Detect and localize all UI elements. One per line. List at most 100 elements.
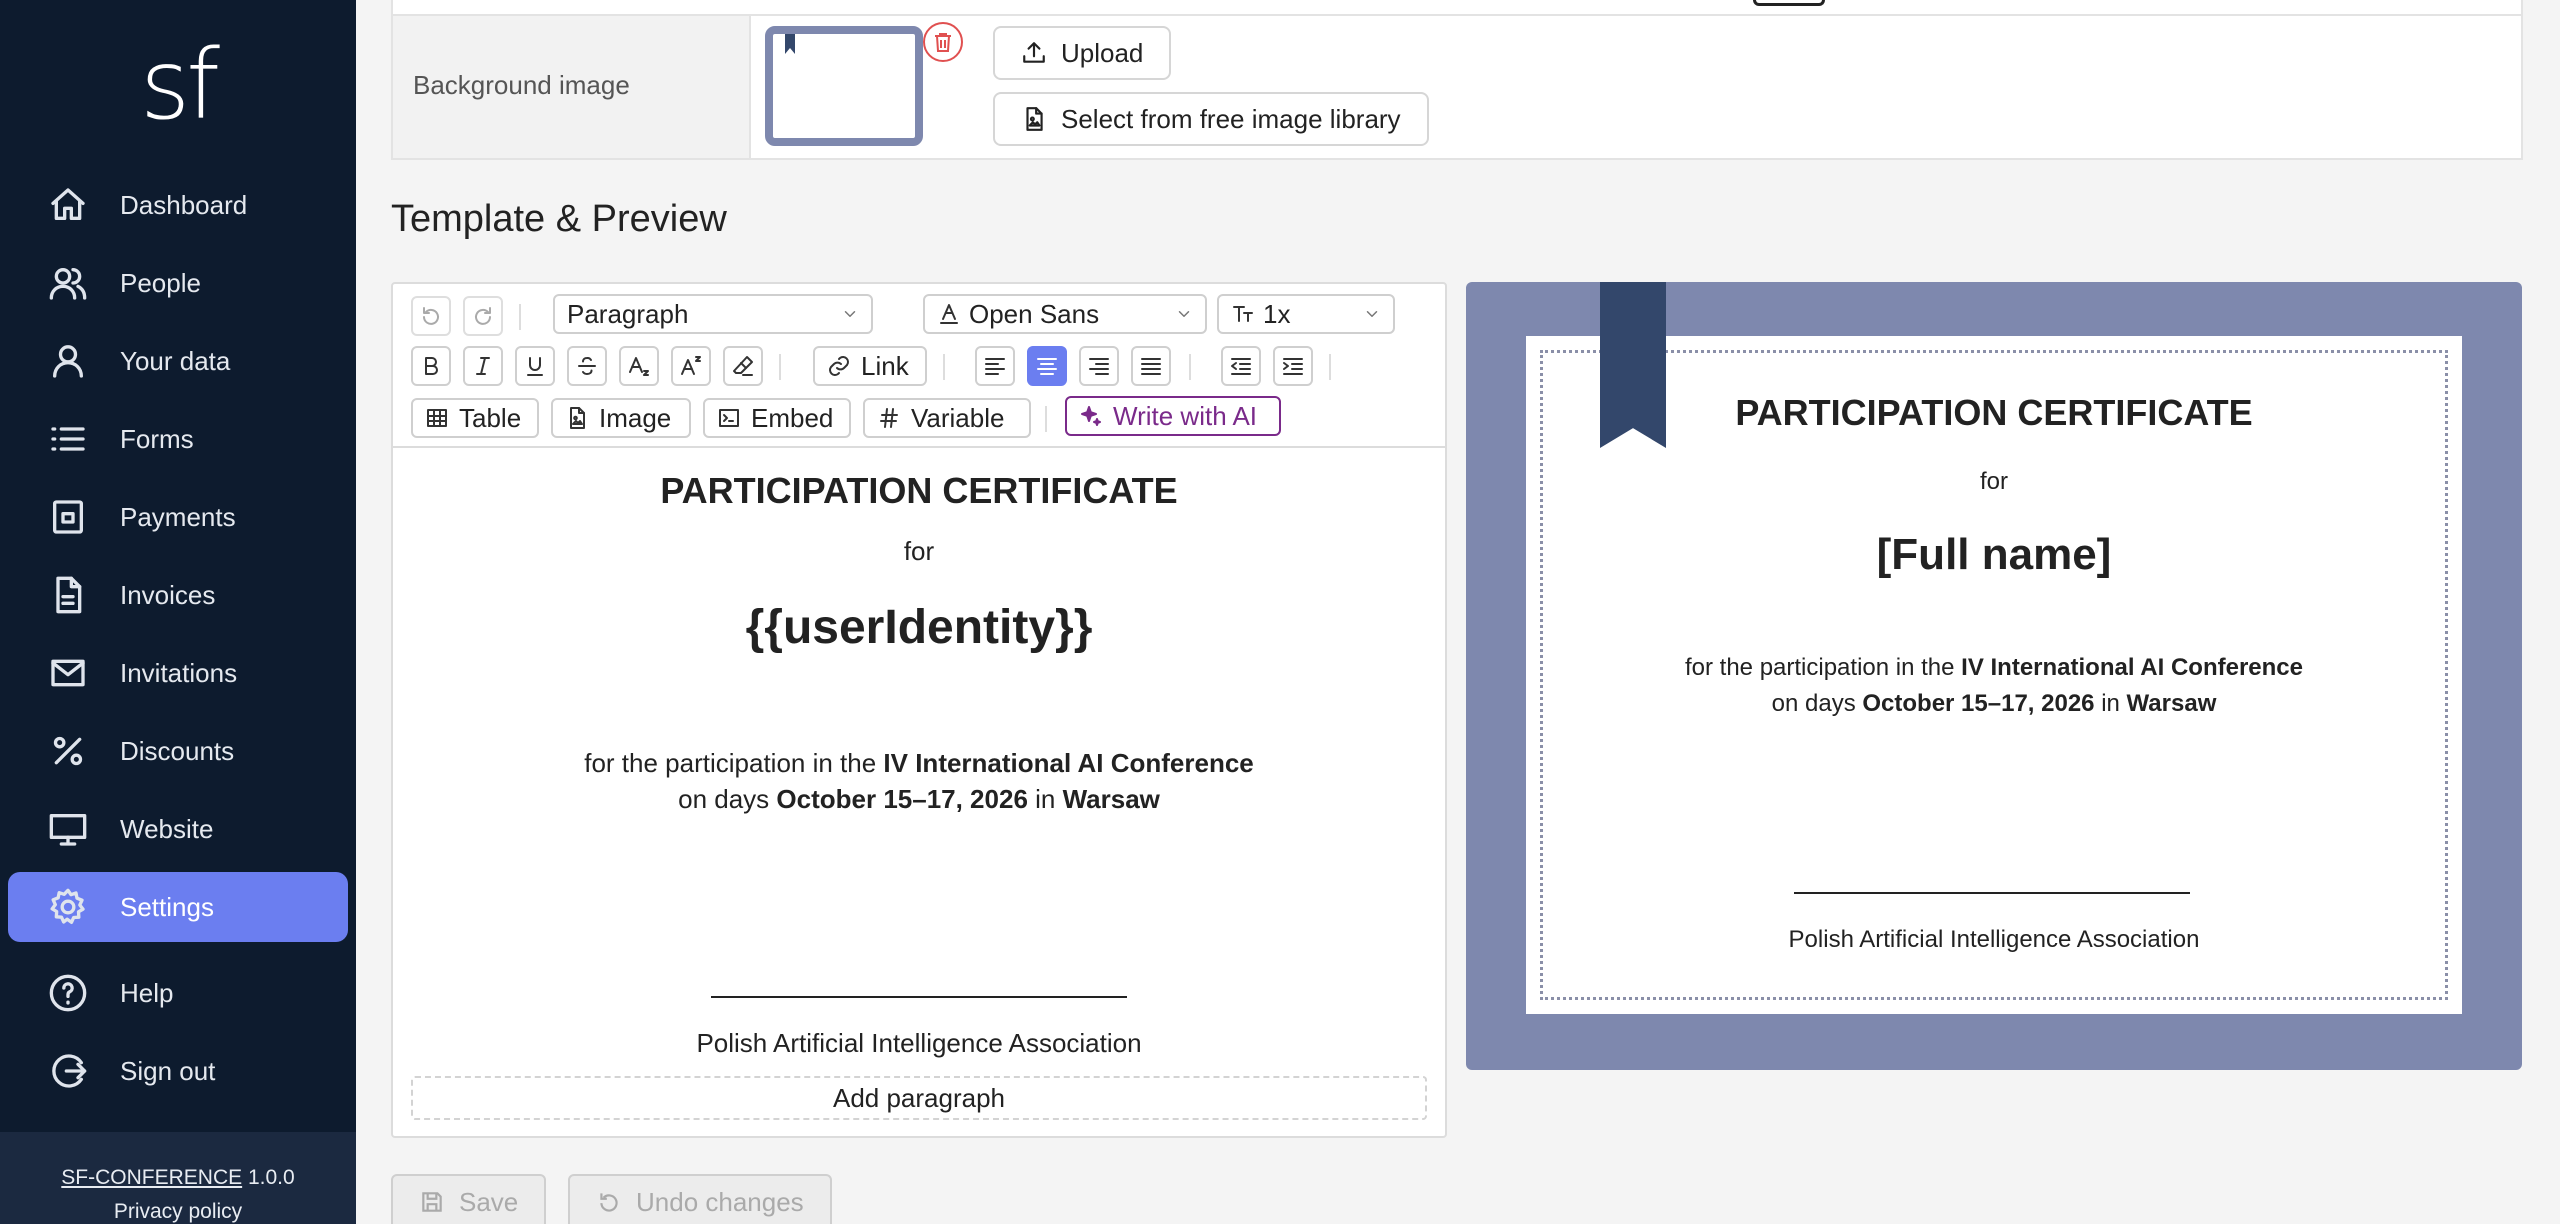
table-label: Table [459, 402, 522, 433]
sidebar-item-your-data[interactable]: Your data [8, 326, 348, 396]
font-color-icon [940, 304, 958, 324]
table-button[interactable]: Table [411, 398, 539, 438]
align-justify-icon [1141, 358, 1161, 375]
undo-changes-button[interactable]: Undo changes [568, 1174, 832, 1224]
toolbar-separator [943, 354, 945, 380]
sidebar-footer: SF-CONFERENCE 1.0.0 Privacy policy [0, 1132, 356, 1224]
variable-label: Variable [911, 402, 1005, 433]
participation-line: for the participation in the IV Internat… [393, 748, 1445, 779]
undo-button[interactable] [411, 296, 451, 336]
upload-label: Upload [1061, 37, 1144, 68]
embed-button[interactable]: Embed [703, 398, 851, 438]
block-type-value: Paragraph [567, 298, 689, 329]
outdent-button[interactable] [1221, 346, 1261, 386]
chevron-down-icon [844, 311, 856, 317]
underline-button[interactable] [515, 346, 555, 386]
participation-text: for the participation in the [1684, 654, 1962, 681]
sidebar-item-people[interactable]: People [8, 248, 348, 318]
section-title: Template & Preview [391, 198, 727, 240]
home-icon [46, 183, 90, 227]
embed-icon [719, 409, 739, 427]
subscript-icon [629, 357, 649, 376]
sidebar-item-label: Discounts [120, 735, 235, 766]
association-name: Polish Artificial Intelligence Associati… [696, 1028, 1142, 1058]
align-left-icon [985, 358, 1005, 375]
user-icon [46, 339, 90, 383]
in-text: in [2094, 690, 2127, 717]
link-button[interactable]: Link [813, 346, 927, 386]
app-name-link[interactable]: SF-CONFERENCE [61, 1166, 242, 1189]
outdent-icon [1231, 358, 1251, 375]
version-info: SF-CONFERENCE 1.0.0 [0, 1166, 356, 1190]
redo-button[interactable] [463, 296, 503, 336]
sidebar-item-settings[interactable]: Settings [8, 872, 348, 942]
envelope-icon [46, 651, 90, 695]
upload-button[interactable]: Upload [993, 26, 1172, 80]
eraser-icon [733, 356, 753, 376]
write-with-ai-label: Write with AI [1113, 400, 1258, 431]
sidebar-item-discounts[interactable]: Discounts [8, 716, 348, 786]
chevron-down-icon [1366, 311, 1378, 317]
save-button[interactable]: Save [391, 1174, 547, 1224]
conference-date: October 15–17, 2026 [776, 784, 1028, 814]
save-label: Save [459, 1186, 519, 1217]
superscript-button[interactable] [671, 346, 711, 386]
background-image-row: Background image Upload Select from free… [391, 0, 2523, 160]
align-justify-button[interactable] [1131, 346, 1171, 386]
align-left-button[interactable] [975, 346, 1015, 386]
image-library-button[interactable]: Select from free image library [993, 92, 1429, 146]
app-logo[interactable]: sf [0, 20, 356, 150]
toggle-control[interactable] [1753, 0, 1825, 6]
preview-signature-line [1794, 892, 2190, 894]
clear-format-button[interactable] [723, 346, 763, 386]
sparkle-icon [1081, 406, 1101, 426]
superscript-icon [681, 356, 701, 375]
sidebar-item-label: Website [120, 813, 214, 844]
preview-page: PARTICIPATION CERTIFICATE for [Full name… [1526, 282, 2462, 1014]
font-size-select[interactable]: 1x [1217, 294, 1395, 334]
sidebar-item-label: People [120, 267, 201, 298]
sidebar-item-dashboard[interactable]: Dashboard [8, 170, 348, 240]
user-identity-variable: {{userIdentity}} [745, 601, 1093, 654]
sidebar-item-help[interactable]: Help [8, 958, 348, 1028]
list-icon [46, 417, 90, 461]
align-right-button[interactable] [1079, 346, 1119, 386]
template-editor: Paragraph Open Sans 1x Link Table Image … [391, 282, 1447, 1138]
certificate-title: PARTICIPATION CERTIFICATE [660, 470, 1178, 511]
sidebar-item-label: Your data [120, 345, 231, 376]
privacy-link[interactable]: Privacy policy [0, 1200, 356, 1224]
align-right-icon [1089, 358, 1109, 375]
sidebar-item-label: Settings [120, 891, 214, 922]
sidebar-item-forms[interactable]: Forms [8, 404, 348, 474]
toolbar-separator [519, 304, 521, 330]
strikethrough-button[interactable] [567, 346, 607, 386]
sidebar-item-sign-out[interactable]: Sign out [8, 1036, 348, 1106]
embed-label: Embed [751, 402, 834, 433]
sidebar-item-label: Invitations [120, 657, 238, 688]
certificate-preview: PARTICIPATION CERTIFICATE for [Full name… [1466, 282, 2522, 1070]
background-thumbnail[interactable] [765, 26, 923, 146]
image-button[interactable]: Image [551, 398, 691, 438]
italic-button[interactable] [463, 346, 503, 386]
sidebar-item-invoices[interactable]: Invoices [8, 560, 348, 630]
indent-button[interactable] [1273, 346, 1313, 386]
sidebar-item-label: Invoices [120, 579, 216, 610]
variable-button[interactable]: Variable [863, 398, 1031, 438]
font-size-value: 1x [1263, 298, 1291, 329]
wallet-icon [46, 495, 90, 539]
link-icon [829, 356, 849, 376]
sign-out-icon [46, 1049, 90, 1093]
sidebar-item-invitations[interactable]: Invitations [8, 638, 348, 708]
monitor-icon [46, 807, 90, 851]
toolbar-separator [1045, 406, 1047, 432]
bold-button[interactable] [411, 346, 451, 386]
sidebar-item-payments[interactable]: Payments [8, 482, 348, 552]
subscript-button[interactable] [619, 346, 659, 386]
delete-image-button[interactable] [923, 22, 963, 62]
write-with-ai-button[interactable]: Write with AI [1065, 396, 1281, 436]
font-family-select[interactable]: Open Sans [923, 294, 1207, 334]
add-paragraph-button[interactable]: Add paragraph [411, 1076, 1427, 1120]
block-type-select[interactable]: Paragraph [553, 294, 873, 334]
sidebar-item-website[interactable]: Website [8, 794, 348, 864]
align-center-button[interactable] [1027, 346, 1067, 386]
